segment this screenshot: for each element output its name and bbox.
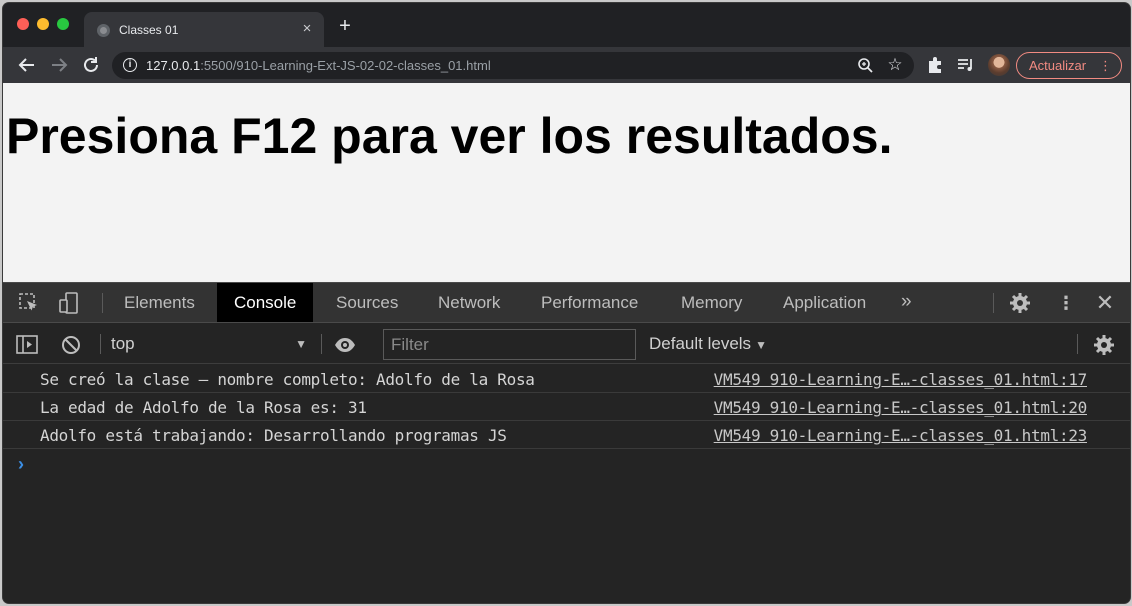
update-button[interactable]: Actualizar ⋮ — [1016, 52, 1122, 79]
sidebar-toggle-icon[interactable] — [16, 334, 38, 356]
bookmark-star-icon[interactable]: ☆ — [885, 55, 905, 75]
dropdown-caret-icon: ▼ — [755, 338, 767, 352]
tab-title: Classes 01 — [119, 23, 179, 37]
info-icon[interactable]: i — [123, 58, 137, 72]
url-text: 127.0.0.1:5500/910-Learning-Ext-JS-02-02… — [146, 58, 491, 73]
filter-input[interactable] — [383, 329, 636, 360]
toolbar-divider — [100, 334, 101, 354]
forward-arrow-icon[interactable] — [48, 54, 70, 76]
console-message: La edad de Adolfo de la Rosa es: 31 VM54… — [3, 393, 1130, 421]
reload-icon[interactable] — [80, 54, 102, 76]
message-text: Adolfo está trabajando: Desarrollando pr… — [40, 426, 507, 445]
inspect-element-icon[interactable] — [18, 292, 40, 314]
tab-elements[interactable]: Elements — [107, 283, 212, 322]
globe-icon — [97, 24, 110, 37]
url-path: :5500/910-Learning-Ext-JS-02-02-classes_… — [200, 58, 491, 73]
tab-console[interactable]: Console — [217, 283, 314, 322]
message-source-link[interactable]: VM549 910-Learning-E…-classes_01.html:20 — [714, 398, 1088, 417]
settings-gear-icon[interactable] — [1009, 292, 1031, 314]
context-value: top — [111, 334, 135, 353]
toolbar-divider — [993, 293, 994, 313]
toolbar-divider — [321, 334, 322, 354]
live-expression-eye-icon[interactable] — [334, 334, 356, 356]
console-prompt[interactable]: › — [18, 454, 24, 475]
tab-application[interactable]: Application — [766, 283, 883, 322]
devtools-menu-icon[interactable]: ⋮ — [1057, 292, 1075, 314]
device-toolbar-icon[interactable] — [59, 292, 81, 314]
dropdown-caret-icon: ▼ — [295, 337, 307, 351]
message-text: La edad de Adolfo de la Rosa es: 31 — [40, 398, 367, 417]
console-message: Adolfo está trabajando: Desarrollando pr… — [3, 421, 1130, 449]
tab-performance[interactable]: Performance — [524, 283, 655, 322]
tab-strip: Classes 01 × + — [3, 3, 1130, 48]
extensions-puzzle-icon[interactable] — [925, 55, 945, 75]
more-tabs-icon[interactable]: » — [901, 291, 912, 313]
minimize-window-button[interactable] — [37, 18, 49, 30]
message-source-link[interactable]: VM549 910-Learning-E…-classes_01.html:23 — [714, 426, 1088, 445]
tab-memory[interactable]: Memory — [664, 283, 759, 322]
page-viewport: Presiona F12 para ver los resultados. — [3, 83, 1130, 282]
log-levels-label: Default levels — [649, 334, 752, 353]
console-settings-gear-icon[interactable] — [1093, 334, 1115, 356]
browser-toolbar: i 127.0.0.1:5500/910-Learning-Ext-JS-02-… — [3, 47, 1130, 83]
url-host: 127.0.0.1 — [146, 58, 201, 73]
close-window-button[interactable] — [17, 18, 29, 30]
address-bar[interactable]: i 127.0.0.1:5500/910-Learning-Ext-JS-02-… — [112, 52, 914, 79]
console-toolbar: top ▼ Default levels▼ — [3, 324, 1130, 364]
back-arrow-icon[interactable] — [16, 54, 38, 76]
message-text: Se creó la clase – nombre completo: Adol… — [40, 370, 535, 389]
maximize-window-button[interactable] — [57, 18, 69, 30]
browser-tab[interactable]: Classes 01 × — [84, 12, 324, 48]
page-heading: Presiona F12 para ver los resultados. — [6, 108, 893, 164]
browser-window: Classes 01 × + i 127.0.0.1:5500/910-Lear… — [3, 3, 1130, 603]
toolbar-divider — [1077, 334, 1078, 354]
update-label: Actualizar — [1029, 58, 1087, 73]
tab-network[interactable]: Network — [421, 283, 517, 322]
devtools-panel: Elements Console Sources Network Perform… — [3, 282, 1130, 603]
media-queue-icon[interactable] — [956, 55, 976, 75]
devtools-tab-bar: Elements Console Sources Network Perform… — [3, 283, 1130, 323]
console-messages: Se creó la clase – nombre completo: Adol… — [3, 365, 1130, 449]
close-devtools-icon[interactable]: ✕ — [1094, 292, 1116, 314]
context-selector[interactable]: top ▼ — [111, 332, 311, 356]
new-tab-button[interactable]: + — [335, 16, 355, 37]
tab-close-icon[interactable]: × — [298, 20, 316, 38]
tab-sources[interactable]: Sources — [319, 283, 415, 322]
browser-menu-icon[interactable]: ⋮ — [1099, 53, 1112, 78]
zoom-icon[interactable] — [857, 57, 874, 74]
console-message: Se creó la clase – nombre completo: Adol… — [3, 365, 1130, 393]
message-source-link[interactable]: VM549 910-Learning-E…-classes_01.html:17 — [714, 370, 1088, 389]
log-levels-dropdown[interactable]: Default levels ▼ — [649, 332, 767, 357]
clear-console-icon[interactable] — [60, 334, 82, 356]
toolbar-divider — [102, 293, 103, 313]
profile-avatar[interactable] — [988, 54, 1010, 76]
